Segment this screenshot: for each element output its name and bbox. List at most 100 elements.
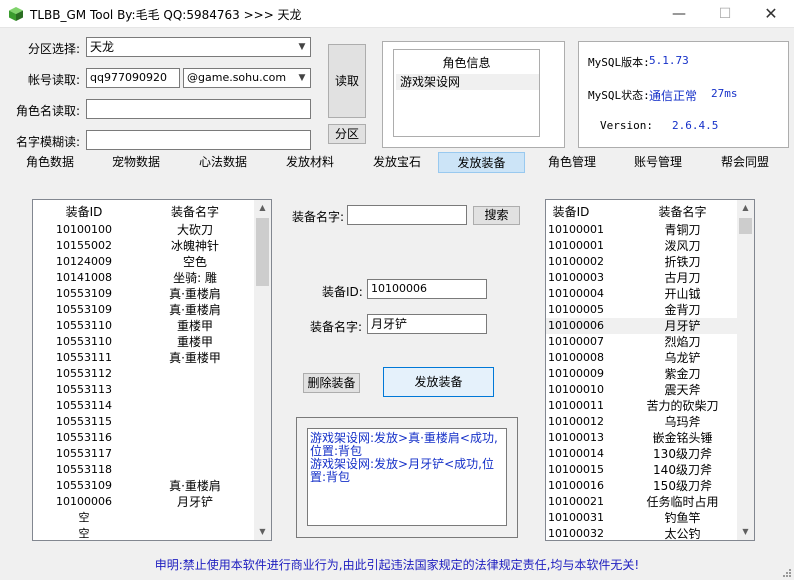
role-name-input[interactable] xyxy=(86,99,311,119)
tab-account-manage[interactable]: 账号管理 xyxy=(622,152,694,173)
table-row[interactable]: 10100008 乌龙铲 xyxy=(546,350,754,366)
scroll-thumb[interactable] xyxy=(256,218,269,286)
table-row[interactable]: 10553109 真·重楼肩 xyxy=(33,302,271,318)
equip-name-input[interactable]: 月牙铲 xyxy=(367,314,487,334)
cell-equip-name: 任务临时占用 xyxy=(646,495,719,509)
mysql-status-label: MySQL状态: xyxy=(588,89,650,102)
role-info-list[interactable]: 角色信息 游戏架设网 xyxy=(393,49,540,137)
owned-equipment-list[interactable]: 装备ID 装备名字 10100100 大砍刀 10155002 冰魄神针 1012400… xyxy=(32,199,272,541)
table-row[interactable]: 空 xyxy=(33,526,271,540)
issue-equipment-button[interactable]: 发放装备 xyxy=(383,367,494,397)
maximize-button[interactable]: ☐ xyxy=(702,0,748,28)
list-rows: 10100001 青铜刀 10100001 泼风刀 10100002 折铁刀 1010000… xyxy=(546,222,754,540)
table-row[interactable]: 10100009 紫金刀 xyxy=(546,366,754,382)
table-row[interactable]: 10100013 嵌金铭头锤 xyxy=(546,430,754,446)
table-row[interactable]: 10100031 钓鱼竿 xyxy=(546,510,754,526)
table-row[interactable]: 10100001 泼风刀 xyxy=(546,238,754,254)
col-equip-id[interactable]: 装备ID xyxy=(546,203,596,220)
log-output[interactable]: 游戏架设网:发放>真·重楼肩<成功,位置:背包 游戏架设网:发放>月牙铲<成功,… xyxy=(307,428,507,526)
table-row[interactable]: 10553109 真·重楼肩 xyxy=(33,478,271,494)
table-row[interactable]: 10100010 震天斧 xyxy=(546,382,754,398)
table-row[interactable]: 10553116 xyxy=(33,430,271,446)
col-equip-name[interactable]: 装备名字 xyxy=(135,203,255,220)
cell-equip-id: 10100013 xyxy=(548,431,604,444)
table-row[interactable]: 10553118 xyxy=(33,462,271,478)
chevron-down-icon: ▼ xyxy=(298,42,306,52)
tab-role-manage[interactable]: 角色管理 xyxy=(536,152,608,173)
tab-guild-alliance[interactable]: 帮会同盟 xyxy=(709,152,781,173)
tab-issue-gem[interactable]: 发放宝石 xyxy=(361,152,433,173)
table-row[interactable]: 10553115 xyxy=(33,414,271,430)
tab-pet-data[interactable]: 宠物数据 xyxy=(100,152,172,173)
table-row[interactable]: 10553111 真·重楼甲 xyxy=(33,350,271,366)
scroll-down-icon[interactable]: ▼ xyxy=(737,524,754,540)
domain-select[interactable]: @game.sohu.com ▼ xyxy=(183,68,311,88)
minimize-button[interactable]: — xyxy=(656,0,702,28)
cell-equip-name: 真·重楼肩 xyxy=(169,479,221,493)
table-row[interactable]: 10124009 空色 xyxy=(33,254,271,270)
delete-equipment-button[interactable]: 删除装备 xyxy=(303,373,360,393)
equipment-catalog-list[interactable]: 装备ID 装备名字 10100001 青铜刀 10100001 泼风刀 10100002… xyxy=(545,199,755,541)
table-row[interactable]: 空 xyxy=(33,510,271,526)
resize-grip-icon[interactable] xyxy=(782,568,792,578)
table-row[interactable]: 10100100 大砍刀 xyxy=(33,222,271,238)
zone-button[interactable]: 分区 xyxy=(328,124,366,144)
table-row[interactable]: 10100005 金背刀 xyxy=(546,302,754,318)
cell-equip-name: 真·重楼甲 xyxy=(169,351,221,365)
cell-equip-id: 10100004 xyxy=(548,287,604,300)
tab-role-data[interactable]: 角色数据 xyxy=(14,152,86,173)
table-row[interactable]: 10100002 折铁刀 xyxy=(546,254,754,270)
search-input[interactable] xyxy=(347,205,467,225)
table-row[interactable]: 10553110 重楼甲 xyxy=(33,318,271,334)
role-info-title: 角色信息 xyxy=(442,56,491,70)
tab-xinfa-data[interactable]: 心法数据 xyxy=(187,152,259,173)
table-row[interactable]: 10141008 坐骑: 雕 xyxy=(33,270,271,286)
table-row[interactable]: 10155002 冰魄神针 xyxy=(33,238,271,254)
close-button[interactable]: ✕ xyxy=(748,0,794,28)
cell-equip-name: 金背刀 xyxy=(664,303,701,317)
table-row[interactable]: 10553117 xyxy=(33,446,271,462)
table-row[interactable]: 10100006 月牙铲 xyxy=(33,494,271,510)
table-row[interactable]: 10100016 150级刀斧 xyxy=(546,478,754,494)
scroll-up-icon[interactable]: ▲ xyxy=(737,200,754,216)
scrollbar[interactable]: ▲ ▼ xyxy=(737,200,754,540)
table-row[interactable]: 10100015 140级刀斧 xyxy=(546,462,754,478)
equip-id-input[interactable]: 10100006 xyxy=(367,279,487,299)
tab-issue-equipment[interactable]: 发放装备 xyxy=(438,152,525,173)
scroll-up-icon[interactable]: ▲ xyxy=(254,200,271,216)
cell-equip-id: 10553112 xyxy=(56,367,112,380)
cell-equip-id: 10100011 xyxy=(548,399,604,412)
col-equip-name[interactable]: 装备名字 xyxy=(626,203,739,220)
table-row[interactable]: 10553110 重楼甲 xyxy=(33,334,271,350)
table-row[interactable]: 10100021 任务临时占用 xyxy=(546,494,754,510)
table-row[interactable]: 10553109 真·重楼肩 xyxy=(33,286,271,302)
table-row[interactable]: 10553112 xyxy=(33,366,271,382)
cell-equip-id: 10553110 xyxy=(56,319,112,332)
app-icon xyxy=(9,7,23,21)
account-input[interactable]: qq977090920 xyxy=(86,68,180,88)
zone-select[interactable]: 天龙 ▼ xyxy=(86,37,311,57)
table-row[interactable]: 10100032 太公钓 xyxy=(546,526,754,540)
table-row[interactable]: 10100014 130级刀斧 xyxy=(546,446,754,462)
table-row[interactable]: 10100006 月牙铲 xyxy=(546,318,754,334)
table-row[interactable]: 10553113 xyxy=(33,382,271,398)
cell-equip-name: 重楼甲 xyxy=(176,319,213,333)
scroll-thumb[interactable] xyxy=(739,218,752,234)
scroll-down-icon[interactable]: ▼ xyxy=(254,524,271,540)
table-row[interactable]: 10100012 乌玛斧 xyxy=(546,414,754,430)
table-row[interactable]: 10100004 开山钺 xyxy=(546,286,754,302)
role-info-item[interactable]: 游戏架设网 xyxy=(396,74,539,90)
table-row[interactable]: 10100001 青铜刀 xyxy=(546,222,754,238)
tab-issue-material[interactable]: 发放材料 xyxy=(274,152,346,173)
search-button[interactable]: 搜索 xyxy=(473,206,520,225)
table-row[interactable]: 10100007 烈焰刀 xyxy=(546,334,754,350)
cell-equip-id: 空 xyxy=(78,527,90,540)
table-row[interactable]: 10100003 古月刀 xyxy=(546,270,754,286)
cell-equip-id: 10100010 xyxy=(548,383,604,396)
scrollbar[interactable]: ▲ ▼ xyxy=(254,200,271,540)
col-equip-id[interactable]: 装备ID xyxy=(33,203,135,220)
table-row[interactable]: 10100011 苦力的砍柴刀 xyxy=(546,398,754,414)
table-row[interactable]: 10553114 xyxy=(33,398,271,414)
fuzzy-name-input[interactable] xyxy=(86,130,311,150)
read-button[interactable]: 读取 xyxy=(328,44,366,118)
